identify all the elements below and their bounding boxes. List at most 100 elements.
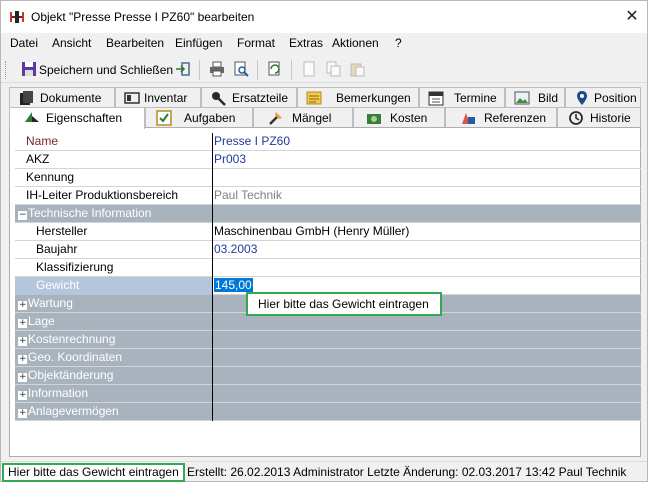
costs-icon [367,114,381,124]
toolbar-grip[interactable] [5,61,8,79]
property-value-kennung[interactable] [212,169,641,187]
property-row-akz[interactable]: AKZ Pr003 [15,151,641,169]
menu-extras[interactable]: Extras [289,36,323,50]
expand-icon[interactable]: + [18,355,27,364]
tab-termine[interactable]: Termine [419,87,505,107]
section-title: Wartung [28,296,73,310]
expand-icon[interactable]: + [18,337,27,346]
new-document-icon[interactable] [301,61,317,77]
property-value-akz[interactable]: Pr003 [212,151,641,169]
section-value-empty [212,367,641,385]
print-preview-icon[interactable] [233,61,249,77]
section-value-empty [212,331,641,349]
property-value-ih-leiter[interactable]: Paul Technik [212,187,641,205]
expand-icon[interactable]: + [18,301,27,310]
collapse-icon[interactable]: − [18,211,27,220]
section-objektaenderung[interactable]: +Objektänderung [15,367,641,385]
menu-bearbeiten[interactable]: Bearbeiten [106,36,164,50]
expand-icon[interactable]: + [18,319,27,328]
property-row-baujahr[interactable]: Baujahr 03.2003 [15,241,641,259]
property-value-klassifizierung[interactable] [212,259,641,277]
property-row-name[interactable]: Name Presse I PZ60 [15,133,641,151]
property-value-name[interactable]: Presse I PZ60 [212,133,641,151]
copy-document-icon[interactable] [325,61,341,77]
property-label: IH-Leiter Produktionsbereich [26,188,179,202]
section-information[interactable]: +Information [15,385,641,403]
menu-aktionen[interactable]: Aktionen [332,36,379,50]
property-row-ih-leiter[interactable]: IH-Leiter Produktionsbereich Paul Techni… [15,187,641,205]
section-label: +Information [15,385,212,403]
tab-label: Kosten [390,111,428,125]
properties-icon [25,112,39,122]
paste-icon[interactable] [349,61,365,77]
tab-label: Inventar [144,91,188,105]
section-geo-koordinaten[interactable]: +Geo. Koordinaten [15,349,641,367]
property-row-klassifizierung[interactable]: Klassifizierung [15,259,641,277]
tab-eigenschaften[interactable]: Eigenschaften [9,107,145,129]
weight-input[interactable]: 145,00 [214,278,253,292]
tab-bemerkungen[interactable]: Bemerkungen [297,87,419,107]
property-row-hersteller[interactable]: Hersteller Maschinenbau GmbH (Henry Müll… [15,223,641,241]
section-title: Anlagevermögen [28,404,119,418]
exit-icon[interactable] [175,61,191,77]
property-row-kennung[interactable]: Kennung [15,169,641,187]
spare-parts-icon [212,92,226,106]
property-label: Name [26,134,59,148]
section-kostenrechnung[interactable]: +Kostenrechnung [15,331,641,349]
section-title: Technische Information [28,206,152,220]
section-title: Kostenrechnung [28,332,116,346]
tab-ersatzteile[interactable]: Ersatzteile [201,87,297,107]
tab-position[interactable]: Position [565,87,641,107]
section-label: +Anlagevermögen [15,403,212,421]
menu-bar: Datei Ansicht Bearbeiten Einfügen Format… [1,33,647,53]
weight-tooltip: Hier bitte das Gewicht eintragen [246,292,442,316]
save-icon[interactable] [21,61,37,77]
property-value-baujahr[interactable]: 03.2003 [212,241,641,259]
window-title: Objekt "Presse Presse I PZ60" bearbeiten [31,10,255,24]
section-value-empty [212,385,641,403]
property-value-hersteller[interactable]: Maschinenbau GmbH (Henry Müller) [212,223,641,241]
print-icon[interactable] [209,61,225,77]
tab-label: Aufgaben [184,111,236,125]
tab-inventar[interactable]: Inventar [115,87,201,107]
property-label: Klassifizierung [36,260,114,274]
tab-kosten[interactable]: Kosten [353,107,445,127]
tab-maengel[interactable]: Mängel [253,107,353,127]
expand-icon[interactable]: + [18,391,27,400]
section-label: +Kostenrechnung [15,331,212,349]
section-label: +Geo. Koordinaten [15,349,212,367]
section-title: Information [28,386,89,400]
section-title: Lage [28,314,55,328]
defects-icon [269,112,282,125]
save-and-close-button[interactable]: Speichern und Schließen [39,63,173,77]
status-info: Erstellt: 26.02.2013 Administrator Letzt… [187,465,627,479]
toolbar-separator [257,60,258,80]
app-icon [10,11,24,23]
expand-icon[interactable]: + [18,373,27,382]
menu-help[interactable]: ? [395,36,402,50]
section-label: +Lage [15,313,212,331]
refresh-document-icon[interactable] [267,61,283,77]
close-icon[interactable]: ✕ [617,1,647,33]
toolbar: Speichern und Schließen [1,57,647,83]
menu-format[interactable]: Format [237,36,275,50]
tab-bild[interactable]: Bild [505,87,565,107]
section-title: Objektänderung [28,368,114,382]
property-label: Hersteller [36,224,88,238]
status-hint: Hier bitte das Gewicht eintragen [2,463,185,482]
expand-icon[interactable]: + [18,409,27,418]
menu-ansicht[interactable]: Ansicht [52,36,91,50]
history-icon [569,111,583,125]
section-technische-information[interactable]: −Technische Information [15,205,641,223]
tab-aufgaben[interactable]: Aufgaben [145,107,253,127]
image-icon [514,91,530,105]
tab-label: Eigenschaften [46,111,123,125]
tab-historie[interactable]: Historie [557,107,641,127]
tab-referenzen[interactable]: Referenzen [445,107,557,127]
location-pin-icon [577,91,587,105]
menu-einfuegen[interactable]: Einfügen [175,36,222,50]
menu-datei[interactable]: Datei [10,36,38,50]
section-value-empty [212,349,641,367]
section-anlagevermoegen[interactable]: +Anlagevermögen [15,403,641,421]
tab-dokumente[interactable]: Dokumente [9,87,115,107]
